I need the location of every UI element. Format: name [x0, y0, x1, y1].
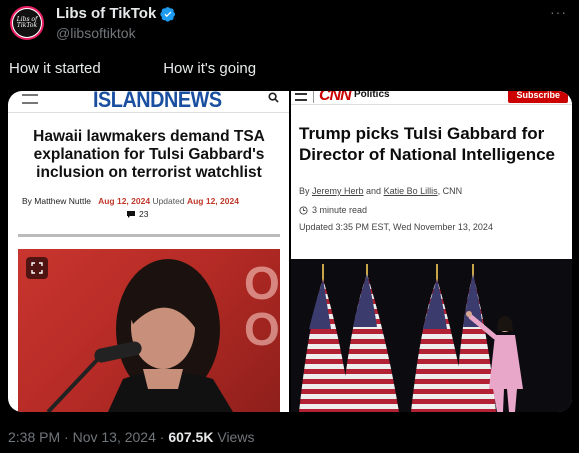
verified-badge-icon: [160, 6, 176, 22]
handle[interactable]: @libsoftiktok: [56, 25, 136, 41]
right-photo: [291, 259, 572, 412]
cnn-logo: CNN: [319, 91, 352, 104]
search-icon: [268, 92, 279, 106]
views-label: Views: [213, 429, 255, 445]
tweet-timestamp[interactable]: 2:38 PM · Nov 13, 2024 ·: [8, 429, 168, 445]
right-article-screenshot[interactable]: CNN Politics Subscribe Trump picks Tulsi…: [291, 91, 572, 412]
avatar[interactable]: Libs of TikTok: [10, 6, 44, 40]
menu-icon: [22, 94, 38, 104]
menu-icon: [295, 93, 307, 101]
left-author: By Matthew Nuttle: [22, 196, 91, 206]
right-byline: By Jeremy Herb and Katie Bo Lillis, CNN: [299, 186, 462, 196]
woman-speaking-illustration: O O: [46, 257, 280, 412]
left-byline: By Matthew Nuttle Aug 12, 2024 Updated A…: [22, 196, 239, 206]
left-comments-number: 23: [139, 209, 149, 219]
byline-and: and: [363, 186, 384, 196]
tweet-footer: 2:38 PM · Nov 13, 2024 · 607.5K Views: [8, 429, 254, 445]
left-updated-label: Updated: [152, 196, 185, 206]
flags-stage-illustration: [291, 259, 572, 412]
byline-outlet: , CNN: [437, 186, 463, 196]
cnn-section: Politics: [354, 91, 390, 100]
read-time-text: 3 minute read: [312, 205, 368, 215]
left-updated-date: Aug 12, 2024: [186, 196, 239, 206]
display-name[interactable]: Libs of TikTok: [56, 5, 176, 22]
clock-icon: [299, 205, 308, 215]
byline-author-2: Katie Bo Lillis: [383, 186, 438, 196]
left-comment-count: 23: [126, 209, 148, 219]
left-published-date: Aug 12, 2024: [98, 196, 151, 206]
right-read-time: 3 minute read: [299, 205, 367, 215]
cnn-subscribe-button: Subscribe: [508, 91, 568, 103]
byline-prefix: By: [299, 186, 313, 196]
avatar-label: Libs of TikTok: [13, 9, 41, 37]
right-updated: Updated 3:35 PM EST, Wed November 13, 20…: [299, 222, 493, 232]
left-photo: O O: [18, 249, 280, 412]
more-icon[interactable]: ···: [550, 4, 567, 20]
island-news-logo: ISLANDNEWS: [93, 91, 222, 112]
view-count: 607.5K: [168, 429, 214, 445]
left-divider: [18, 234, 280, 237]
left-article-screenshot[interactable]: ISLANDNEWS Hawaii lawmakers demand TSA e…: [8, 91, 289, 412]
svg-text:O: O: [244, 303, 280, 355]
cnn-header-separator: [313, 91, 314, 103]
right-headline: Trump picks Tulsi Gabbard for Director o…: [299, 124, 555, 164]
svg-text:O: O: [244, 257, 280, 309]
island-news-header: ISLANDNEWS: [8, 91, 289, 113]
cnn-header: CNN Politics Subscribe: [291, 91, 572, 105]
display-name-text: Libs of TikTok: [56, 5, 157, 22]
tweet-text: How it started How it's going: [9, 60, 257, 77]
tweet-media[interactable]: ISLANDNEWS Hawaii lawmakers demand TSA e…: [8, 91, 572, 412]
left-headline: Hawaii lawmakers demand TSA explanation …: [33, 128, 265, 181]
byline-author-1: Jeremy Herb: [312, 186, 364, 196]
comment-icon: [127, 210, 135, 218]
